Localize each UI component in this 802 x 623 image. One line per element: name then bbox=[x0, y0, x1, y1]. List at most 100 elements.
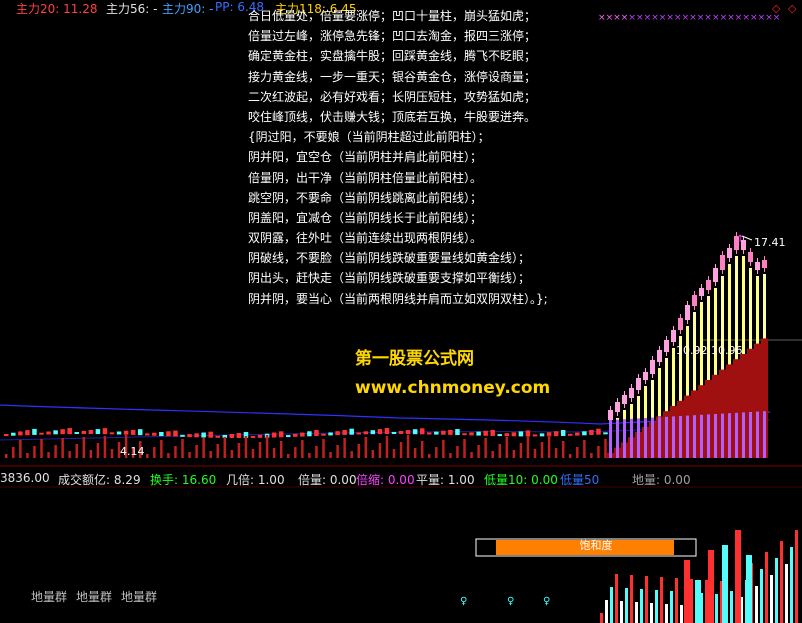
bottom-volume-bar bbox=[735, 530, 741, 623]
bottom-volume-bar bbox=[695, 580, 701, 623]
main-volume-bar bbox=[160, 440, 163, 458]
ground-volume-group-3: 地量群 bbox=[121, 590, 158, 604]
rally-purple-bar bbox=[616, 419, 619, 458]
main-volume-bar bbox=[216, 444, 219, 458]
candle bbox=[81, 431, 87, 434]
low-volume50-value: 低量50 bbox=[560, 473, 600, 487]
main-volume-bar bbox=[505, 437, 509, 458]
main-volume-bar bbox=[456, 446, 459, 458]
candle bbox=[377, 429, 383, 435]
candle bbox=[271, 432, 277, 438]
main-volume-bar bbox=[399, 442, 403, 458]
bottom-volume-bar bbox=[730, 591, 733, 623]
bottom-volume-bar bbox=[755, 586, 758, 623]
signal-marker: × bbox=[659, 13, 667, 23]
candle bbox=[441, 430, 446, 435]
candle bbox=[53, 430, 58, 435]
bottom-volume-bar bbox=[690, 579, 693, 623]
main-volume-bar bbox=[308, 453, 311, 458]
signal-diamond: ◇ bbox=[788, 2, 797, 15]
main-volume-bar bbox=[251, 449, 255, 458]
main-volume-bar bbox=[547, 435, 551, 458]
main-volume-bar bbox=[420, 441, 424, 458]
main-volume-bar bbox=[33, 446, 36, 458]
main-volume-bar bbox=[230, 450, 234, 458]
candle bbox=[363, 431, 369, 435]
candle bbox=[356, 432, 361, 435]
candle bbox=[476, 431, 481, 436]
candle bbox=[539, 433, 545, 437]
ground-volume-value: 地量: 0.00 bbox=[632, 473, 691, 487]
bottom-volume-bar bbox=[630, 575, 633, 623]
candle bbox=[123, 430, 129, 435]
ma-line-blue bbox=[0, 404, 771, 425]
site-url: www.chnmoney.com bbox=[355, 378, 551, 398]
signal-marker: × bbox=[742, 13, 750, 23]
rally-purple-bar bbox=[728, 413, 731, 458]
main-volume-bar bbox=[484, 438, 487, 458]
candle bbox=[370, 430, 376, 435]
high-price-label: 17.41 bbox=[754, 236, 786, 249]
main-volume-bar bbox=[569, 454, 572, 458]
main-volume-bar bbox=[209, 451, 212, 458]
main-volume-bar bbox=[54, 445, 57, 458]
main-volume-bar bbox=[526, 436, 530, 458]
signal-diamond: ◇ bbox=[772, 2, 781, 15]
main-volume-bar bbox=[181, 439, 184, 458]
formula-line: 二次红波起，必有好戏看；长阴压短柱，攻势猛如虎； bbox=[248, 89, 537, 104]
candle bbox=[194, 433, 199, 438]
rally-purple-bar bbox=[700, 414, 703, 458]
main-volume-bar bbox=[12, 447, 15, 458]
candle bbox=[137, 429, 143, 436]
amount-value: 成交额亿: 8.29 bbox=[58, 473, 141, 487]
formula-text-block: 合日低量处，倍量要涨停；凹口十量柱，崩头猛如虎； 倍量过左峰，涨停急先锋；凹口去淘… bbox=[248, 6, 568, 309]
ground-volume-group-2: 地量群 bbox=[76, 590, 113, 604]
signal-marker: × bbox=[674, 13, 682, 23]
rally-purple-bar bbox=[630, 418, 633, 458]
signal-marker: × bbox=[666, 13, 674, 23]
rally-purple-bar bbox=[637, 418, 640, 458]
candle bbox=[335, 431, 340, 436]
flat-volume-value: 平量: 1.00 bbox=[416, 473, 475, 487]
candle bbox=[434, 431, 439, 435]
candle bbox=[278, 431, 284, 438]
candle bbox=[257, 434, 263, 438]
bottom-volume-bar bbox=[650, 603, 653, 623]
site-name: 第一股票公式网 bbox=[355, 349, 474, 369]
candle bbox=[286, 435, 291, 438]
signal-marker: × bbox=[606, 13, 614, 23]
main-volume-bar bbox=[265, 435, 269, 458]
bottom-volume-bar bbox=[715, 594, 718, 623]
bottom-volume-bar bbox=[765, 552, 768, 623]
candle bbox=[46, 431, 51, 435]
candle bbox=[398, 431, 404, 435]
main-volume-bar bbox=[146, 454, 149, 458]
main-volume-bar bbox=[301, 440, 304, 458]
candle bbox=[152, 432, 157, 436]
candle bbox=[504, 433, 510, 437]
candle bbox=[560, 430, 566, 437]
rally-purple-bar bbox=[658, 417, 661, 458]
formula-line: 阴并阳，宜空仓（当前阴柱并肩此前阳柱）； bbox=[248, 150, 483, 165]
signal-marker: × bbox=[720, 13, 728, 23]
main-volume-bar bbox=[153, 447, 156, 458]
main-volume-bar bbox=[258, 442, 262, 458]
candle bbox=[102, 428, 108, 435]
main-volume-bar bbox=[463, 439, 466, 458]
main-volume-bar bbox=[47, 452, 50, 458]
main-volume-bar bbox=[287, 454, 290, 458]
candle bbox=[603, 432, 608, 435]
candle bbox=[130, 429, 136, 435]
main-volume-bar bbox=[174, 446, 177, 458]
signal-marker: × bbox=[704, 13, 712, 23]
ground-volume-group-1: 地量群 bbox=[31, 590, 68, 604]
candle bbox=[321, 433, 326, 436]
bottom-volume-bar bbox=[660, 577, 663, 623]
rally-purple-bar bbox=[707, 414, 710, 458]
signal-marker: × bbox=[613, 13, 621, 23]
main-volume-bar bbox=[512, 450, 516, 458]
candle bbox=[582, 431, 587, 436]
main-volume-bar bbox=[89, 450, 93, 458]
bottom-volume-bar bbox=[790, 547, 793, 623]
rally-purple-bar bbox=[665, 416, 668, 458]
